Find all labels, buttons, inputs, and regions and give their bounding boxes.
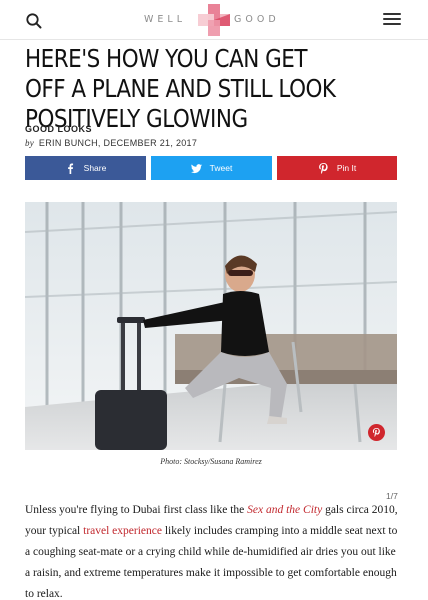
hamburger-line (383, 18, 401, 20)
search-icon (26, 13, 42, 29)
twitter-icon (190, 163, 202, 173)
article-byline: by ERIN BUNCH, DECEMBER 21, 2017 (25, 138, 197, 148)
article-category-link[interactable]: GOOD LOOKS (25, 124, 92, 134)
byline-prefix: by (25, 138, 35, 148)
site-header: WELL GOOD (0, 0, 428, 40)
logo-text-left: WELL (144, 14, 186, 25)
body-text-1: Unless you're flying to Dubai first clas… (25, 504, 248, 516)
hamburger-line (383, 23, 401, 25)
article-title: HERE'S HOW YOU CAN GET OFF A PLANE AND S… (25, 44, 336, 133)
pinterest-icon (372, 428, 380, 437)
author-date[interactable]: ERIN BUNCH, DECEMBER 21, 2017 (39, 138, 197, 148)
travel-experience-link[interactable]: travel experience (83, 525, 162, 537)
hamburger-menu-icon (383, 13, 401, 15)
menu-button[interactable] (383, 13, 401, 27)
pinterest-share-label: Pin It (336, 163, 357, 173)
twitter-share-label: Tweet (209, 163, 233, 173)
facebook-share-label: Share (83, 163, 107, 173)
airport-photo (25, 202, 397, 450)
logo-text-right: GOOD (234, 14, 280, 25)
image-caption: Photo: Stocksy/Susana Ramirez (160, 457, 262, 466)
sex-and-the-city-link[interactable]: Sex and the City (247, 504, 322, 516)
pinterest-share-button[interactable]: Pin It (277, 156, 397, 180)
article-paragraph: Unless you're flying to Dubai first clas… (25, 500, 403, 600)
facebook-share-button[interactable]: Share (25, 156, 146, 180)
image-pin-button[interactable] (368, 424, 385, 441)
site-logo[interactable]: WELL GOOD (138, 2, 290, 38)
logo-cross-icon (198, 4, 230, 36)
twitter-share-button[interactable]: Tweet (151, 156, 272, 180)
search-button[interactable] (25, 12, 43, 30)
article-hero-image (25, 202, 397, 450)
pinterest-icon (318, 162, 328, 174)
facebook-icon (67, 162, 73, 174)
